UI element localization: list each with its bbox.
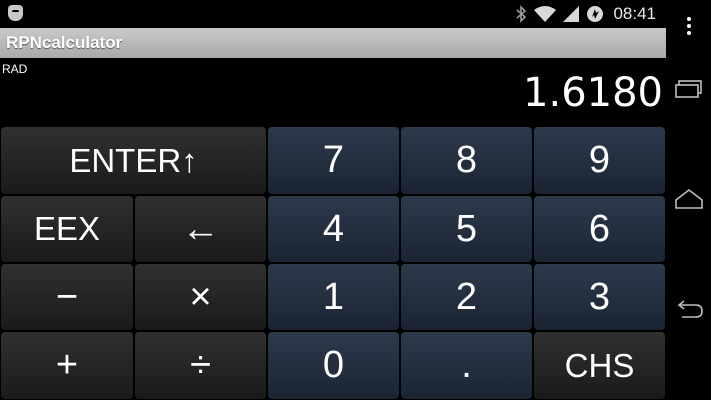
eex-button-label: EEX [33,210,101,247]
home-icon [675,188,703,209]
digit-7-button[interactable]: 7 [267,126,400,195]
digit-4-button[interactable]: 4 [267,195,400,263]
chs-button-label: CHS [564,346,635,384]
digit-3-label: 3 [588,275,611,318]
overflow-menu-button[interactable] [666,0,711,52]
recent-apps-button[interactable] [672,74,706,104]
digit-8-label: 8 [455,139,478,181]
recent-apps-icon [675,80,702,98]
wifi-icon [534,6,557,22]
digit-3-button[interactable]: 3 [533,263,666,331]
navigation-bar [666,52,711,400]
status-icons: 08:41 [515,3,656,25]
app-title: RPNcalculator [6,33,123,52]
change-sign-button[interactable]: CHS [533,331,666,400]
display-value: 1.6180 [523,70,663,116]
plus-icon: + [55,344,79,386]
title-bar: RPNcalculator [0,28,666,58]
decimal-point-label: . [461,344,472,386]
add-button[interactable]: + [0,331,134,400]
digit-0-button[interactable]: 0 [267,331,400,400]
minus-icon: − [55,275,79,318]
backspace-button[interactable]: ← [134,195,267,263]
digit-1-button[interactable]: 1 [267,263,400,331]
digit-7-label: 7 [322,139,345,181]
status-clock: 08:41 [613,4,656,23]
digit-9-label: 9 [588,139,611,181]
enter-button[interactable]: ENTER↑ [0,126,267,195]
digit-4-label: 4 [322,207,345,250]
status-bar: 08:41 [0,0,666,28]
home-button[interactable] [672,184,706,214]
digit-2-button[interactable]: 2 [400,263,533,331]
decimal-point-button[interactable]: . [400,331,533,400]
angle-mode-indicator: RAD [2,62,28,76]
digit-9-button[interactable]: 9 [533,126,666,195]
digit-8-button[interactable]: 8 [400,126,533,195]
backspace-arrow-icon: ← [181,207,220,250]
digit-1-label: 1 [322,275,345,318]
multiply-button[interactable]: × [134,263,267,331]
keypad: ENTER↑ 7 8 9 EEX ← 4 5 6 − × 1 2 3 + ÷ 0… [0,126,666,400]
digit-6-button[interactable]: 6 [533,195,666,263]
digit-6-label: 6 [588,207,611,250]
enter-button-label: ENTER↑ [69,141,198,179]
digit-0-label: 0 [322,344,345,386]
overflow-menu-icon [686,14,691,38]
app-shield-icon [8,5,23,21]
divide-button[interactable]: ÷ [134,331,267,400]
digit-2-label: 2 [455,275,478,318]
subtract-button[interactable]: − [0,263,134,331]
sync-icon [587,6,604,22]
divide-icon: ÷ [190,344,211,386]
multiply-icon: × [189,275,212,318]
back-icon [677,300,703,318]
bluetooth-icon [516,5,527,23]
back-button[interactable] [672,295,706,325]
digit-5-button[interactable]: 5 [400,195,533,263]
signal-icon [563,6,580,22]
digit-5-label: 5 [455,207,478,250]
eex-button[interactable]: EEX [0,195,134,263]
